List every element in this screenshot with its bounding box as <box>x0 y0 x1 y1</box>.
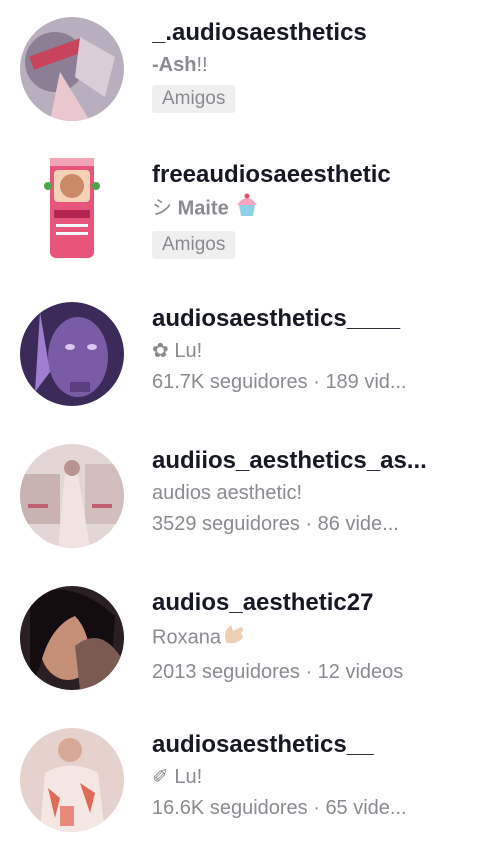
username: audiios_aesthetics_as... <box>152 447 427 474</box>
avatar[interactable] <box>20 302 124 406</box>
cupcake-icon <box>234 193 260 225</box>
username: audios_aesthetic27 <box>152 589 374 616</box>
username: _.audiosaesthetics <box>152 19 367 46</box>
user-row[interactable]: audios_aesthetic27 Roxana 2013 seguidore… <box>0 568 482 708</box>
user-row[interactable]: audiosaesthetics____ ✿ Lu! 61.7K seguido… <box>0 284 482 424</box>
avatar[interactable] <box>20 728 124 832</box>
follower-stats: 61.7K seguidores · 189 vid... <box>152 371 407 393</box>
avatar[interactable] <box>20 17 124 121</box>
username: audiosaesthetics__ <box>152 731 374 758</box>
nickname: ✿ Lu! <box>152 340 203 362</box>
friends-badge: Amigos <box>152 85 236 113</box>
user-row[interactable]: freeaudiosaeesthetic シ Maite Amigos <box>0 142 482 282</box>
user-row[interactable]: _.audiosaesthetics -Ash!! Amigos <box>0 0 482 140</box>
nickname: audios aesthetic! <box>152 482 303 504</box>
nickname: -Ash!! <box>152 54 208 76</box>
username: audiosaesthetics____ <box>152 305 401 332</box>
username: freeaudiosaeesthetic <box>152 161 391 188</box>
hand-icon <box>221 621 247 655</box>
user-row[interactable]: audiios_aesthetics_as... audios aestheti… <box>0 426 482 566</box>
follower-stats: 2013 seguidores · 12 videos <box>152 661 404 683</box>
follower-stats: 16.6K seguidores · 65 vide... <box>152 797 407 819</box>
search-results-users-list: _.audiosaesthetics -Ash!! Amigos freeaud… <box>0 0 482 862</box>
nickname: シ Maite <box>152 193 468 225</box>
nickname: ✐ Lu! <box>152 766 203 788</box>
avatar[interactable] <box>20 444 124 548</box>
avatar[interactable] <box>20 156 124 260</box>
avatar[interactable] <box>20 586 124 690</box>
friends-badge: Amigos <box>152 231 236 259</box>
nickname: Roxana <box>152 621 468 655</box>
follower-stats: 3529 seguidores · 86 vide... <box>152 513 399 535</box>
user-row[interactable]: audiosaesthetics__ ✐ Lu! 16.6K seguidore… <box>0 710 482 850</box>
